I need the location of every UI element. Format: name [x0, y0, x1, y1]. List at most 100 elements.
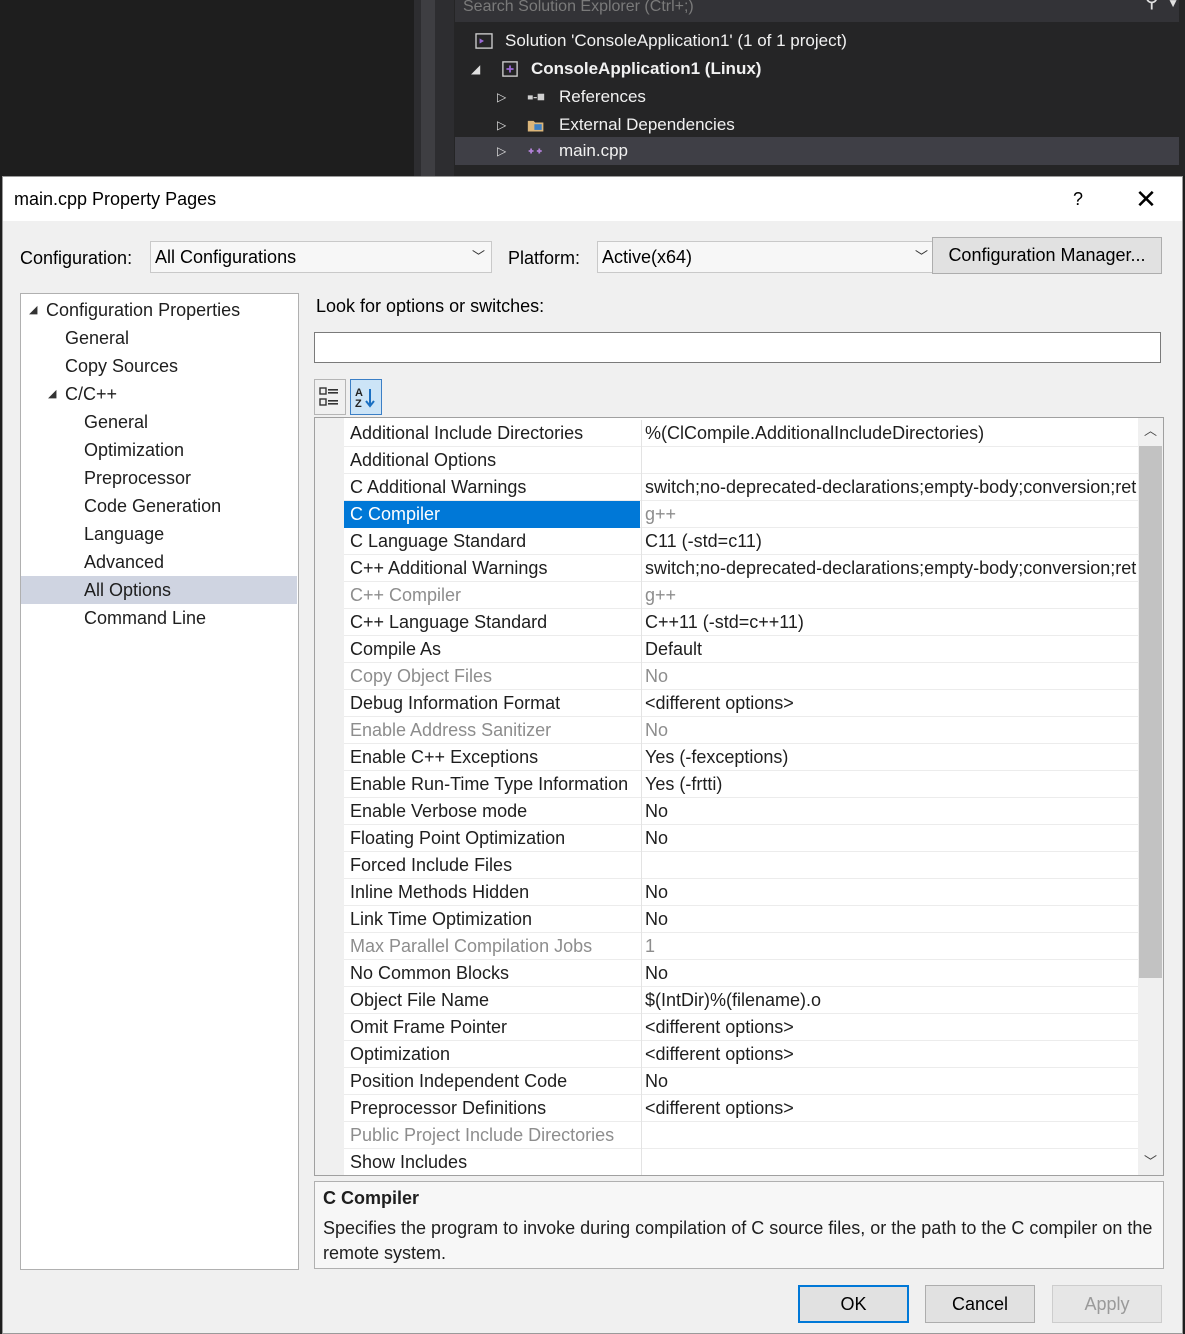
- property-value[interactable]: <different options>: [645, 1095, 1138, 1122]
- column-divider[interactable]: [641, 1068, 642, 1095]
- property-value[interactable]: No: [645, 717, 1138, 744]
- column-divider[interactable]: [641, 690, 642, 717]
- column-divider[interactable]: [641, 636, 642, 663]
- property-value[interactable]: switch;no-deprecated-declarations;empty-…: [645, 555, 1138, 582]
- property-row[interactable]: Enable Verbose mode No: [344, 798, 1138, 825]
- column-divider[interactable]: [641, 1014, 642, 1041]
- property-value[interactable]: <different options>: [645, 690, 1138, 717]
- nav-item-code-generation[interactable]: Code Generation: [21, 492, 297, 520]
- column-divider[interactable]: [641, 582, 642, 609]
- property-value[interactable]: $(IntDir)%(filename).o: [645, 987, 1138, 1014]
- help-button[interactable]: ?: [1063, 185, 1093, 213]
- column-divider[interactable]: [641, 879, 642, 906]
- property-value[interactable]: No: [645, 663, 1138, 690]
- column-divider[interactable]: [641, 1041, 642, 1068]
- nav-item-optimization[interactable]: Optimization: [21, 436, 297, 464]
- property-value[interactable]: Default: [645, 636, 1138, 663]
- chevron-down-icon[interactable]: ▼: [1167, 0, 1179, 10]
- property-value[interactable]: No: [645, 906, 1138, 933]
- property-value[interactable]: <different options>: [645, 1041, 1138, 1068]
- apply-button[interactable]: Apply: [1052, 1285, 1162, 1323]
- nav-item-copy-sources[interactable]: Copy Sources: [21, 352, 297, 380]
- scroll-down-icon[interactable]: ﹀: [1138, 1149, 1163, 1175]
- configuration-select[interactable]: All Configurations ﹀: [150, 241, 492, 273]
- property-row[interactable]: Public Project Include Directories: [344, 1122, 1138, 1149]
- property-row[interactable]: C Additional Warnings switch;no-deprecate…: [344, 474, 1138, 501]
- nav-item-command-line[interactable]: Command Line: [21, 604, 297, 632]
- property-value[interactable]: Yes (-frtti): [645, 771, 1138, 798]
- property-row[interactable]: C++ Compiler g++: [344, 582, 1138, 609]
- tree-item-references[interactable]: ▷ References: [455, 83, 1179, 111]
- nav-item-all-options[interactable]: All Options: [21, 576, 297, 604]
- property-row[interactable]: C Language Standard C11 (-std=c11): [344, 528, 1138, 555]
- expanded-arrow-icon[interactable]: ◢: [471, 55, 480, 83]
- column-divider[interactable]: [641, 744, 642, 771]
- property-row[interactable]: Debug Information Format <different optio…: [344, 690, 1138, 717]
- cancel-button[interactable]: Cancel: [925, 1285, 1035, 1323]
- column-divider[interactable]: [641, 717, 642, 744]
- column-divider[interactable]: [641, 420, 642, 447]
- collapsed-arrow-icon[interactable]: ▷: [497, 137, 506, 165]
- property-value[interactable]: %(ClCompile.AdditionalIncludeDirectories…: [645, 420, 1138, 447]
- platform-select[interactable]: Active(x64) ﹀: [597, 241, 935, 273]
- nav-item-language[interactable]: Language: [21, 520, 297, 548]
- property-row[interactable]: Forced Include Files: [344, 852, 1138, 879]
- property-row[interactable]: Link Time Optimization No: [344, 906, 1138, 933]
- expanded-arrow-icon[interactable]: ◢: [48, 380, 56, 408]
- collapsed-arrow-icon[interactable]: ▷: [497, 111, 506, 139]
- property-row[interactable]: C Compiler g++: [344, 501, 1138, 528]
- property-value[interactable]: No: [645, 798, 1138, 825]
- column-divider[interactable]: [641, 1149, 642, 1175]
- property-value[interactable]: g++: [645, 582, 1138, 609]
- property-row[interactable]: Preprocessor Definitions <different optio…: [344, 1095, 1138, 1122]
- column-divider[interactable]: [641, 852, 642, 879]
- property-value[interactable]: g++: [645, 501, 1138, 528]
- property-value[interactable]: 1: [645, 933, 1138, 960]
- property-row[interactable]: Show Includes: [344, 1149, 1138, 1175]
- property-row[interactable]: Copy Object Files No: [344, 663, 1138, 690]
- alphabetical-view-button[interactable]: A Z: [350, 379, 382, 415]
- property-row[interactable]: Compile As Default: [344, 636, 1138, 663]
- property-row[interactable]: Inline Methods Hidden No: [344, 879, 1138, 906]
- property-row[interactable]: Object File Name $(IntDir)%(filename).o: [344, 987, 1138, 1014]
- property-row[interactable]: C++ Additional Warnings switch;no-depreca…: [344, 555, 1138, 582]
- nav-item-advanced[interactable]: Advanced: [21, 548, 297, 576]
- close-button[interactable]: ✕: [1130, 183, 1162, 215]
- tree-item-external-dependencies[interactable]: ▷ External Dependencies: [455, 111, 1179, 139]
- expanded-arrow-icon[interactable]: ◢: [29, 296, 37, 324]
- property-value[interactable]: C11 (-std=c11): [645, 528, 1138, 555]
- categorized-view-button[interactable]: [314, 379, 346, 415]
- dialog-titlebar[interactable]: main.cpp Property Pages ? ✕: [3, 177, 1182, 221]
- property-row[interactable]: Optimization <different options>: [344, 1041, 1138, 1068]
- column-divider[interactable]: [641, 528, 642, 555]
- column-divider[interactable]: [641, 1122, 642, 1149]
- column-divider[interactable]: [641, 933, 642, 960]
- property-value[interactable]: No: [645, 825, 1138, 852]
- property-value[interactable]: No: [645, 960, 1138, 987]
- scroll-up-icon[interactable]: ︿: [1138, 418, 1163, 444]
- property-row[interactable]: Enable Address Sanitizer No: [344, 717, 1138, 744]
- options-search-input[interactable]: [314, 332, 1161, 363]
- property-row[interactable]: Additional Include Directories %(ClCompil…: [344, 420, 1138, 447]
- property-row[interactable]: C++ Language Standard C++11 (-std=c++11): [344, 609, 1138, 636]
- nav-item-cpp-general[interactable]: General: [21, 408, 297, 436]
- column-divider[interactable]: [641, 960, 642, 987]
- property-value[interactable]: <different options>: [645, 1014, 1138, 1041]
- property-value[interactable]: Yes (-fexceptions): [645, 744, 1138, 771]
- tree-item-solution[interactable]: Solution 'ConsoleApplication1' (1 of 1 p…: [455, 27, 1179, 55]
- search-icon[interactable]: ⚲: [1144, 0, 1159, 11]
- ide-splitter[interactable]: [414, 0, 454, 176]
- ok-button[interactable]: OK: [798, 1285, 909, 1323]
- column-divider[interactable]: [641, 771, 642, 798]
- property-row[interactable]: Enable C++ Exceptions Yes (-fexceptions): [344, 744, 1138, 771]
- column-divider[interactable]: [641, 906, 642, 933]
- column-divider[interactable]: [641, 447, 642, 474]
- column-divider[interactable]: [641, 798, 642, 825]
- property-row[interactable]: Floating Point Optimization No: [344, 825, 1138, 852]
- column-divider[interactable]: [641, 501, 642, 528]
- property-row[interactable]: Omit Frame Pointer <different options>: [344, 1014, 1138, 1041]
- scroll-thumb[interactable]: [1139, 446, 1162, 978]
- collapsed-arrow-icon[interactable]: ▷: [497, 83, 506, 111]
- property-row[interactable]: No Common Blocks No: [344, 960, 1138, 987]
- property-value[interactable]: No: [645, 879, 1138, 906]
